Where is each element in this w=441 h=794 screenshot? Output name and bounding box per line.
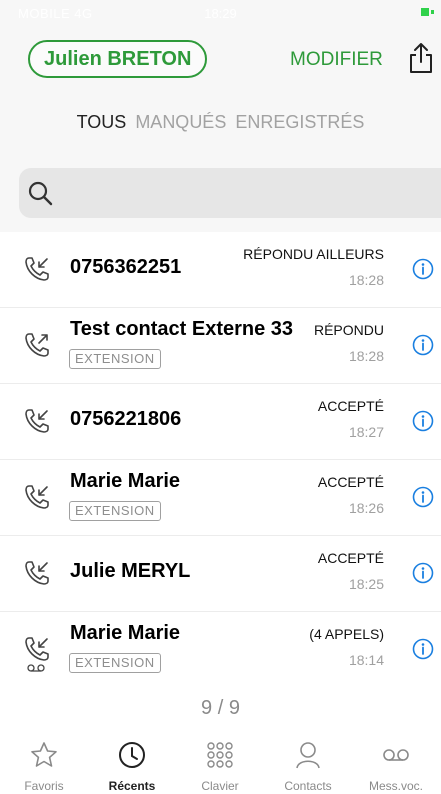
tab-label: Récents xyxy=(108,779,156,793)
clock-icon xyxy=(119,742,145,768)
incoming-call-icon xyxy=(25,485,49,509)
star-icon xyxy=(31,742,57,767)
tab-star[interactable]: Favoris xyxy=(0,738,88,794)
incoming-call-icon xyxy=(25,257,49,281)
contact-name: Marie Marie xyxy=(70,622,181,644)
call-status: ACCEPTÉ xyxy=(317,398,384,414)
share-icon[interactable] xyxy=(408,42,434,74)
call-row[interactable]: Marie Marie EXTENSION (4 APPELS) 18:14 xyxy=(0,612,441,688)
filter-all-tab[interactable]: TOUS xyxy=(77,112,127,132)
call-time: 18:28 xyxy=(348,348,384,364)
modify-button[interactable]: MODIFIER xyxy=(290,49,383,71)
incoming-call-icon xyxy=(25,637,49,661)
extension-badge: EXTENSION xyxy=(69,349,161,369)
filter-recorded-tab[interactable]: ENREGISTRÉS xyxy=(235,112,364,132)
info-icon[interactable] xyxy=(412,562,434,584)
contact-name: Marie Marie xyxy=(70,470,181,492)
call-status: ACCEPTÉ xyxy=(317,550,384,566)
call-time: 18:14 xyxy=(348,652,384,668)
call-row[interactable]: 0756221806 ACCEPTÉ 18:27 xyxy=(0,384,441,460)
info-icon[interactable] xyxy=(412,486,434,508)
info-icon[interactable] xyxy=(412,410,434,432)
info-icon[interactable] xyxy=(412,258,434,280)
search-bar[interactable] xyxy=(19,168,441,218)
voicemail-icon xyxy=(383,749,409,761)
battery-icon xyxy=(421,8,435,16)
info-icon[interactable] xyxy=(412,638,434,660)
clock-label: 18:29 xyxy=(204,6,237,21)
extension-badge: EXTENSION xyxy=(69,653,161,673)
call-status: (4 APPELS) xyxy=(309,626,384,642)
call-status: RÉPONDU AILLEURS xyxy=(243,246,384,262)
call-time: 18:27 xyxy=(348,424,384,440)
header: Julien BRETON MODIFIER xyxy=(0,36,441,84)
tab-person[interactable]: Contacts xyxy=(264,738,352,794)
contact-name: 0756221806 xyxy=(70,408,182,430)
tab-label: Contacts xyxy=(284,779,332,793)
search-input[interactable] xyxy=(59,178,419,208)
filter-tabs: TOUS MANQUÉS ENREGISTRÉS xyxy=(0,112,441,133)
tab-voicemail[interactable]: Mess.voc. xyxy=(352,738,440,794)
call-time: 18:25 xyxy=(348,576,384,592)
call-row[interactable]: Marie Marie EXTENSION ACCEPTÉ 18:26 xyxy=(0,460,441,536)
call-time: 18:28 xyxy=(348,272,384,288)
tab-label: Mess.voc. xyxy=(368,779,423,793)
person-icon xyxy=(296,742,320,769)
call-status: RÉPONDU xyxy=(313,322,384,338)
info-icon[interactable] xyxy=(412,334,434,356)
call-row[interactable]: 0756362251 RÉPONDU AILLEURS 18:28 xyxy=(0,232,441,308)
tab-label: Clavier xyxy=(201,779,239,793)
contact-name: 0756362251 xyxy=(70,256,182,278)
outgoing-call-icon xyxy=(25,333,49,357)
call-row[interactable]: Test contact Externe 33 EXTENSION RÉPONDU 1… xyxy=(0,308,441,384)
contact-name: Test contact Externe 33 xyxy=(70,318,294,340)
filter-missed-tab[interactable]: MANQUÉS xyxy=(135,112,226,132)
call-time: 18:26 xyxy=(348,500,384,516)
user-name-button[interactable]: Julien BRETON xyxy=(28,40,208,78)
call-status: ACCEPTÉ xyxy=(317,474,384,490)
tab-clock[interactable]: Récents xyxy=(88,738,176,794)
recent-calls-list: 0756362251 RÉPONDU AILLEURS 18:28 Test cont… xyxy=(0,232,441,688)
tab-bar: Favoris Récents Clavier Contacts Mess.voc. xyxy=(0,738,441,794)
voicemail-icon xyxy=(27,664,45,672)
extension-badge: EXTENSION xyxy=(69,501,161,521)
status-bar: MOBILE 4G 18:29 xyxy=(0,0,441,24)
contact-name: Julie MERYL xyxy=(70,560,191,582)
tab-keypad[interactable]: Clavier xyxy=(176,738,264,794)
tab-label: Favoris xyxy=(24,779,64,793)
keypad-icon xyxy=(207,742,233,768)
call-counter: 9 / 9 xyxy=(201,697,240,719)
call-row[interactable]: Julie MERYL ACCEPTÉ 18:25 xyxy=(0,536,441,612)
search-icon xyxy=(28,181,53,206)
incoming-call-icon xyxy=(25,561,49,585)
incoming-call-icon xyxy=(25,409,49,433)
